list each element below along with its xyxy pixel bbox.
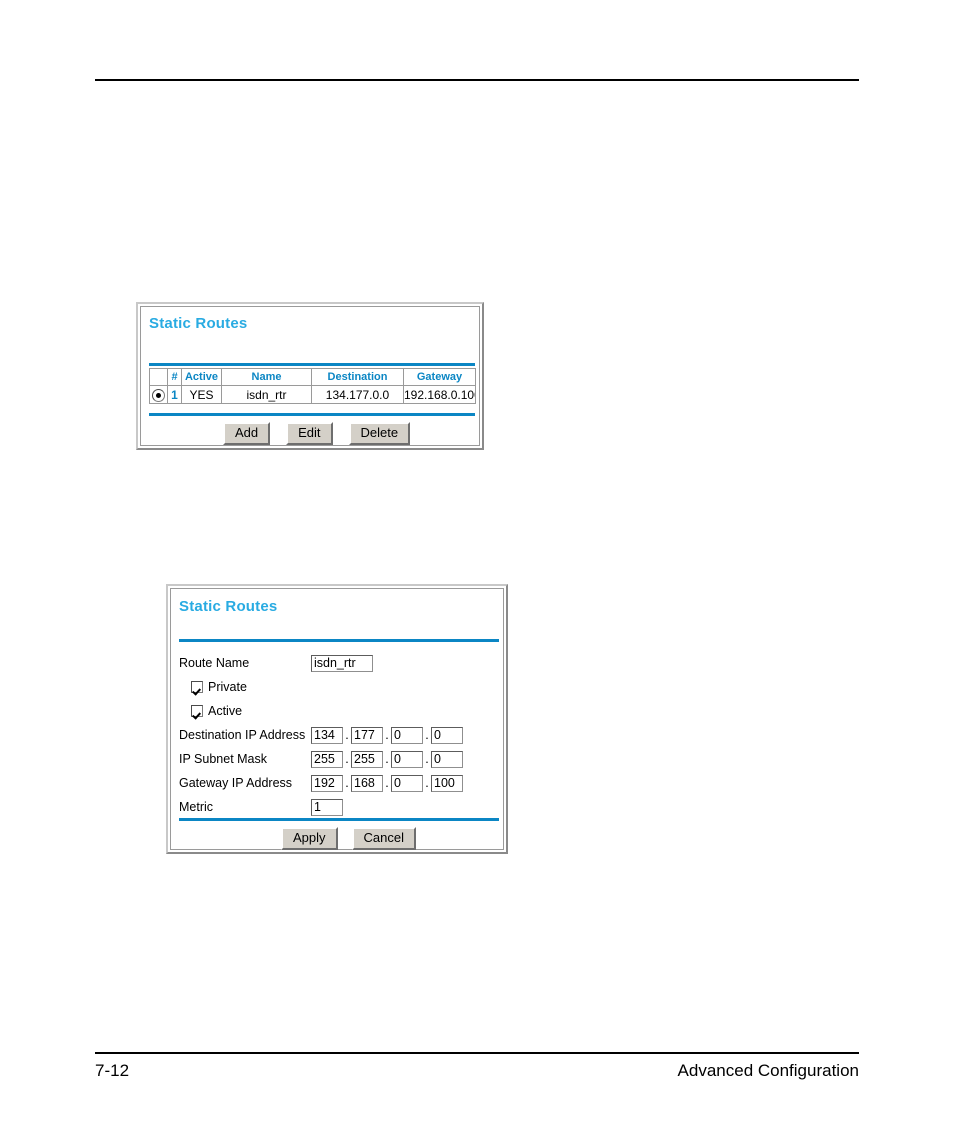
apply-button[interactable]: Apply xyxy=(281,827,338,850)
static-routes-edit-title: Static Routes xyxy=(179,598,278,615)
ip-separator-dot: . xyxy=(345,776,349,790)
ip-separator-dot: . xyxy=(425,752,429,766)
row-number: 1 xyxy=(167,385,182,404)
subnet-mask-group: . . . xyxy=(311,750,463,768)
edit-divider-bottom xyxy=(179,818,499,821)
column-header-gateway: Gateway xyxy=(403,368,476,386)
gateway-octet-4[interactable] xyxy=(431,774,463,792)
subnet-octet-1[interactable] xyxy=(311,750,343,768)
footer-page-number: 7-12 xyxy=(95,1061,130,1080)
static-routes-table: # Active Name Destination Gateway 1 YES … xyxy=(149,368,476,404)
destination-ip-label: Destination IP Address xyxy=(179,728,306,742)
footer-section-title: Advanced Configuration xyxy=(677,1061,859,1080)
private-checkbox[interactable] xyxy=(191,681,203,693)
form-row-metric: Metric xyxy=(179,795,499,819)
page-footer-rule xyxy=(95,1052,859,1054)
ip-separator-dot: . xyxy=(345,728,349,742)
metric-input[interactable] xyxy=(311,798,343,816)
static-routes-list-title: Static Routes xyxy=(149,315,248,332)
row-name: isdn_rtr xyxy=(221,385,312,404)
cancel-button[interactable]: Cancel xyxy=(351,827,416,850)
column-header-destination: Destination xyxy=(311,368,404,386)
static-routes-button-row: Add Edit Delete xyxy=(223,422,411,445)
page-footer: 7-12 Advanced Configuration xyxy=(95,1058,859,1084)
subnet-octet-2[interactable] xyxy=(351,750,383,768)
ip-separator-dot: . xyxy=(385,776,389,790)
add-button[interactable]: Add xyxy=(223,422,271,445)
route-name-input[interactable] xyxy=(311,654,373,672)
route-select-radio[interactable] xyxy=(152,388,165,402)
static-routes-list-panel: Static Routes # Active Name Destination … xyxy=(136,302,484,450)
form-row-route-name: Route Name xyxy=(179,651,499,675)
list-divider-bottom xyxy=(149,413,475,416)
destination-octet-2[interactable] xyxy=(351,726,383,744)
table-row[interactable]: 1 YES isdn_rtr 134.177.0.0 192.168.0.100 xyxy=(149,385,476,404)
destination-octet-1[interactable] xyxy=(311,726,343,744)
row-gateway: 192.168.0.100 xyxy=(403,385,476,404)
gateway-octet-3[interactable] xyxy=(391,774,423,792)
row-active: YES xyxy=(181,385,222,404)
column-header-active: Active xyxy=(181,368,222,386)
ip-separator-dot: . xyxy=(425,728,429,742)
static-routes-list-panel-inner: Static Routes # Active Name Destination … xyxy=(140,306,480,446)
form-row-gateway-ip: Gateway IP Address . . . xyxy=(179,771,499,795)
static-routes-form: Route Name Private Active Destination IP… xyxy=(179,651,499,819)
active-label-group[interactable]: Active xyxy=(179,704,311,718)
destination-octet-4[interactable] xyxy=(431,726,463,744)
destination-ip-group: . . . xyxy=(311,726,463,744)
row-select-cell[interactable] xyxy=(149,385,168,404)
private-label: Private xyxy=(208,680,247,694)
gateway-octet-2[interactable] xyxy=(351,774,383,792)
column-header-name: Name xyxy=(221,368,312,386)
ip-separator-dot: . xyxy=(345,752,349,766)
private-label-group[interactable]: Private xyxy=(179,680,311,694)
destination-octet-3[interactable] xyxy=(391,726,423,744)
table-header-row: # Active Name Destination Gateway xyxy=(149,368,476,386)
metric-label: Metric xyxy=(179,800,214,814)
gateway-ip-label: Gateway IP Address xyxy=(179,776,293,790)
edit-divider-top xyxy=(179,639,499,642)
row-destination: 134.177.0.0 xyxy=(311,385,404,404)
edit-button[interactable]: Edit xyxy=(286,422,333,445)
delete-button[interactable]: Delete xyxy=(348,422,411,445)
route-name-label: Route Name xyxy=(179,656,250,670)
column-header-number: # xyxy=(167,368,182,386)
static-routes-edit-panel-inner: Static Routes Route Name Private Active xyxy=(170,588,504,850)
ip-separator-dot: . xyxy=(425,776,429,790)
list-divider-top xyxy=(149,363,475,366)
active-checkbox[interactable] xyxy=(191,705,203,717)
ip-separator-dot: . xyxy=(385,728,389,742)
subnet-mask-label: IP Subnet Mask xyxy=(179,752,268,766)
form-row-private[interactable]: Private xyxy=(179,675,499,699)
form-row-active[interactable]: Active xyxy=(179,699,499,723)
subnet-octet-4[interactable] xyxy=(431,750,463,768)
gateway-octet-1[interactable] xyxy=(311,774,343,792)
active-label: Active xyxy=(208,704,243,718)
form-row-subnet-mask: IP Subnet Mask . . . xyxy=(179,747,499,771)
edit-button-row: Apply Cancel xyxy=(281,827,416,850)
gateway-ip-group: . . . xyxy=(311,774,463,792)
column-header-select xyxy=(149,368,168,386)
page-header-rule xyxy=(95,79,859,81)
ip-separator-dot: . xyxy=(385,752,389,766)
form-row-destination-ip: Destination IP Address . . . xyxy=(179,723,499,747)
static-routes-edit-panel: Static Routes Route Name Private Active xyxy=(166,584,508,854)
subnet-octet-3[interactable] xyxy=(391,750,423,768)
